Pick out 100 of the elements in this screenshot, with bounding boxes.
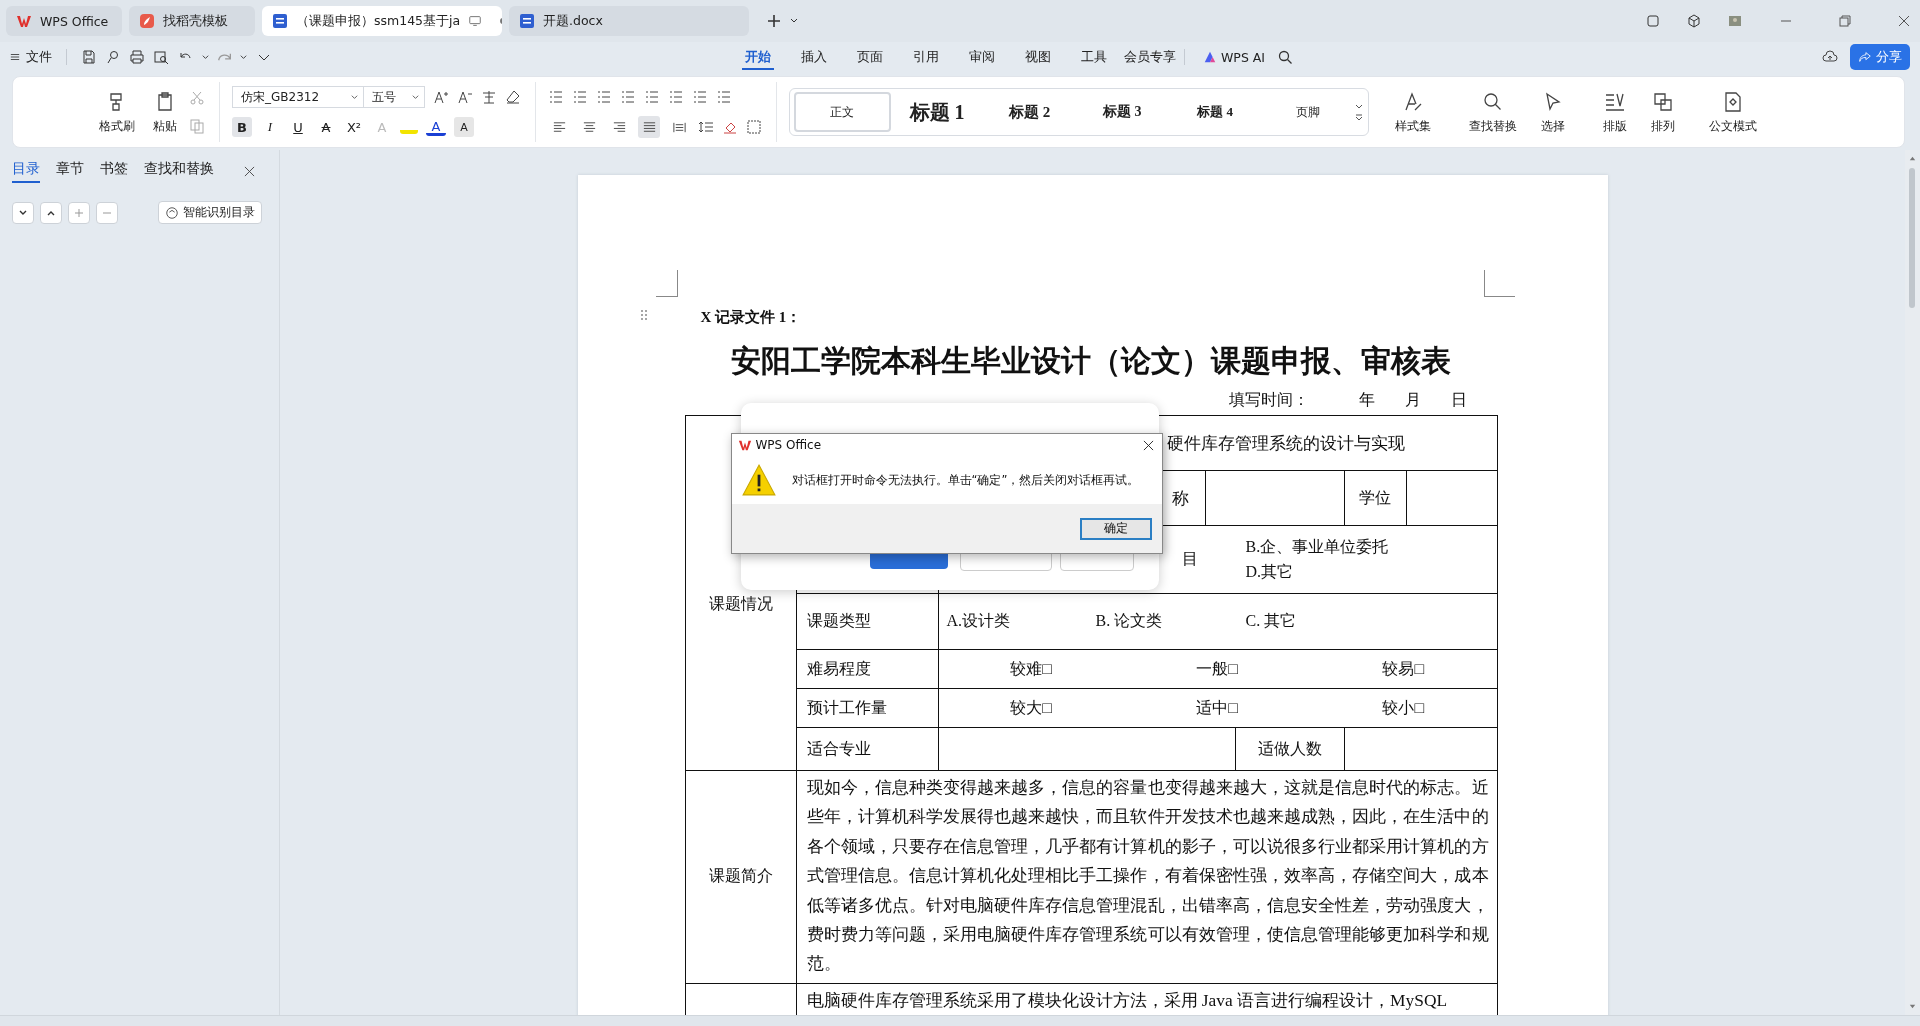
- cell-text: 称: [1171, 487, 1189, 510]
- restore-icon[interactable]: [1837, 13, 1853, 29]
- format-button[interactable]: A: [316, 117, 336, 137]
- alignment-icon: [611, 119, 627, 135]
- ribbon-tab[interactable]: 视图: [1010, 44, 1066, 70]
- cell-text: D.其它: [1245, 561, 1294, 582]
- grow-font-icon[interactable]: [433, 89, 449, 105]
- avatar-icon[interactable]: [1727, 13, 1743, 29]
- plus-icon: [74, 207, 84, 218]
- ribbon-tab[interactable]: 审阅: [954, 44, 1010, 70]
- line-spacing-icon[interactable]: [698, 119, 714, 135]
- style-preset[interactable]: 标题 1: [890, 92, 984, 132]
- sidebar-tab[interactable]: 目录: [12, 160, 40, 183]
- document-tab[interactable]: WPS Office: [6, 6, 122, 36]
- indent-icon[interactable]: [620, 89, 636, 105]
- outdent-icon[interactable]: [596, 89, 612, 105]
- ribbon-tool-button[interactable]: 样式集: [1389, 89, 1437, 135]
- format-button[interactable]: A: [426, 118, 446, 136]
- chevron-down-icon[interactable]: [239, 52, 248, 62]
- font-size-dropdown[interactable]: 五号: [363, 86, 425, 108]
- style-preset[interactable]: 标题 2: [983, 92, 1076, 132]
- cell-text: A.设计类: [946, 611, 1011, 631]
- style-preset[interactable]: 标题 4: [1168, 92, 1262, 132]
- shrink-font-icon[interactable]: [457, 89, 473, 105]
- expand-button[interactable]: [12, 201, 34, 224]
- format-button[interactable]: X²: [344, 117, 364, 137]
- section-label: 课题简介: [708, 866, 773, 887]
- border-icon[interactable]: [746, 119, 762, 135]
- format-button[interactable]: A: [454, 117, 474, 137]
- phonetic-icon[interactable]: [481, 89, 497, 105]
- ribbon-tab[interactable]: 插入: [786, 44, 842, 70]
- close-icon[interactable]: [1142, 439, 1154, 451]
- ribbon-tab[interactable]: 引用: [898, 44, 954, 70]
- numbered-list-icon[interactable]: [572, 89, 588, 105]
- scroll-thumb[interactable]: [1909, 168, 1915, 308]
- ribbon-tab[interactable]: 页面: [842, 44, 898, 70]
- save-icon[interactable]: [81, 49, 97, 65]
- collapse-button[interactable]: [40, 201, 62, 224]
- ribbon-tab[interactable]: 会员专享: [1122, 44, 1178, 70]
- text-direction-icon[interactable]: [644, 89, 660, 105]
- ribbon-tool-button[interactable]: 公文模式: [1703, 89, 1763, 135]
- table-icon[interactable]: [716, 89, 732, 105]
- file-menu[interactable]: 文件: [10, 48, 52, 66]
- print-preview-icon[interactable]: [153, 49, 169, 65]
- smart-toc-button[interactable]: 智能识别目录: [158, 201, 262, 224]
- eraser-icon[interactable]: [505, 89, 521, 105]
- scroll-up-icon[interactable]: [1908, 154, 1917, 163]
- document-tab[interactable]: 开题.docx: [509, 6, 749, 36]
- ribbon-tab[interactable]: 工具: [1066, 44, 1122, 70]
- ribbon-tool-button[interactable]: 选择: [1535, 89, 1571, 135]
- date-label: 月: [1404, 389, 1421, 410]
- ai-button[interactable]: WPS AI: [1203, 49, 1266, 65]
- cell-text: 一般□: [1196, 658, 1238, 679]
- cell-text: 目: [1181, 549, 1198, 569]
- style-preset[interactable]: 正文: [794, 92, 891, 132]
- align-button[interactable]: [638, 116, 660, 138]
- format-button[interactable]: B: [232, 117, 252, 137]
- export-icon[interactable]: [105, 49, 121, 65]
- share-button[interactable]: 分享: [1850, 44, 1910, 70]
- cube-icon[interactable]: [1686, 13, 1702, 29]
- menu-icon: [10, 52, 20, 62]
- add-tab-icon[interactable]: [766, 13, 782, 29]
- scroll-down-icon[interactable]: [1908, 1002, 1917, 1011]
- ribbon-tool-button[interactable]: 排列: [1645, 89, 1681, 135]
- drag-handle-icon[interactable]: [639, 309, 648, 321]
- ribbon-tab[interactable]: 开始: [742, 44, 774, 70]
- close-icon[interactable]: [1896, 13, 1912, 29]
- document-tab[interactable]: 找稻壳模板: [129, 6, 255, 36]
- sort-icon[interactable]: [692, 89, 708, 105]
- share-icon: [1858, 50, 1872, 64]
- ribbon-tool-button[interactable]: 查找替换: [1463, 89, 1523, 135]
- print-icon[interactable]: [129, 49, 145, 65]
- ribbon-tool-button[interactable]: 排版: [1597, 89, 1633, 135]
- window-icon[interactable]: [1645, 13, 1661, 29]
- close-icon[interactable]: [244, 166, 255, 177]
- sidebar-tab[interactable]: 章节: [56, 160, 84, 183]
- alignment-icon: [641, 119, 657, 135]
- ok-button[interactable]: 确定: [1079, 517, 1152, 540]
- document-tab[interactable]: （课题申报）ssm145基于ja: [262, 6, 502, 36]
- style-preset[interactable]: 标题 3: [1076, 92, 1169, 132]
- sidebar-tab[interactable]: 书签: [100, 160, 128, 183]
- cut-icon: [189, 90, 205, 106]
- date-label: 填写时间：: [1228, 389, 1309, 410]
- date-label: 日: [1450, 389, 1467, 410]
- sidebar-tab[interactable]: 查找和替换: [144, 160, 214, 183]
- swap-icon[interactable]: [668, 89, 684, 105]
- format-painter-button[interactable]: 格式刷: [93, 89, 141, 135]
- monitor-icon[interactable]: [468, 14, 483, 28]
- paste-button[interactable]: 粘贴: [147, 89, 183, 135]
- search-icon[interactable]: [1277, 49, 1294, 65]
- font-dropdown[interactable]: 仿宋_GB2312: [232, 86, 364, 108]
- cloud-upload-icon[interactable]: [1822, 49, 1838, 65]
- style-preset[interactable]: 页脚: [1261, 92, 1355, 132]
- dialog-message: 对话框打开时命令无法执行。单击“确定”，然后关闭对话框再试。: [791, 472, 1140, 488]
- format-button[interactable]: U: [288, 117, 308, 137]
- bullet-list-icon[interactable]: [548, 89, 564, 105]
- scrollbar[interactable]: [1905, 150, 1920, 1015]
- cell-text: C. 其它: [1245, 611, 1297, 631]
- format-button[interactable]: I: [260, 117, 280, 137]
- chevron-down-icon[interactable]: [201, 52, 210, 62]
